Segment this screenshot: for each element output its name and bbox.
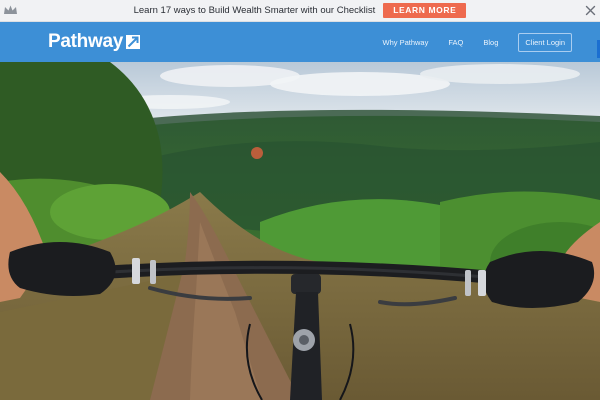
hero-image (0, 62, 600, 400)
logo-mark-icon (126, 35, 140, 49)
top-navigation: Pathway Why Pathway FAQ Blog Client Logi… (0, 22, 600, 62)
client-login-button[interactable]: Client Login (518, 32, 572, 52)
nav-link-why-pathway[interactable]: Why Pathway (383, 38, 429, 47)
pathway-logo[interactable]: Pathway (48, 31, 140, 53)
promo-text: Learn 17 ways to Build Wealth Smarter wi… (133, 5, 376, 16)
mountain-bike-photo (0, 62, 600, 400)
nav-link-blog[interactable]: Blog (483, 38, 498, 47)
close-icon[interactable] (585, 5, 596, 16)
crown-icon (4, 5, 17, 14)
nav-link-faq[interactable]: FAQ (448, 38, 463, 47)
promo-banner: Learn 17 ways to Build Wealth Smarter wi… (0, 0, 600, 22)
nav-links: Why Pathway FAQ Blog Client Login (383, 22, 572, 62)
learn-more-button[interactable]: LEARN MORE (383, 3, 467, 18)
logo-wordmark: Pathway (48, 31, 123, 52)
